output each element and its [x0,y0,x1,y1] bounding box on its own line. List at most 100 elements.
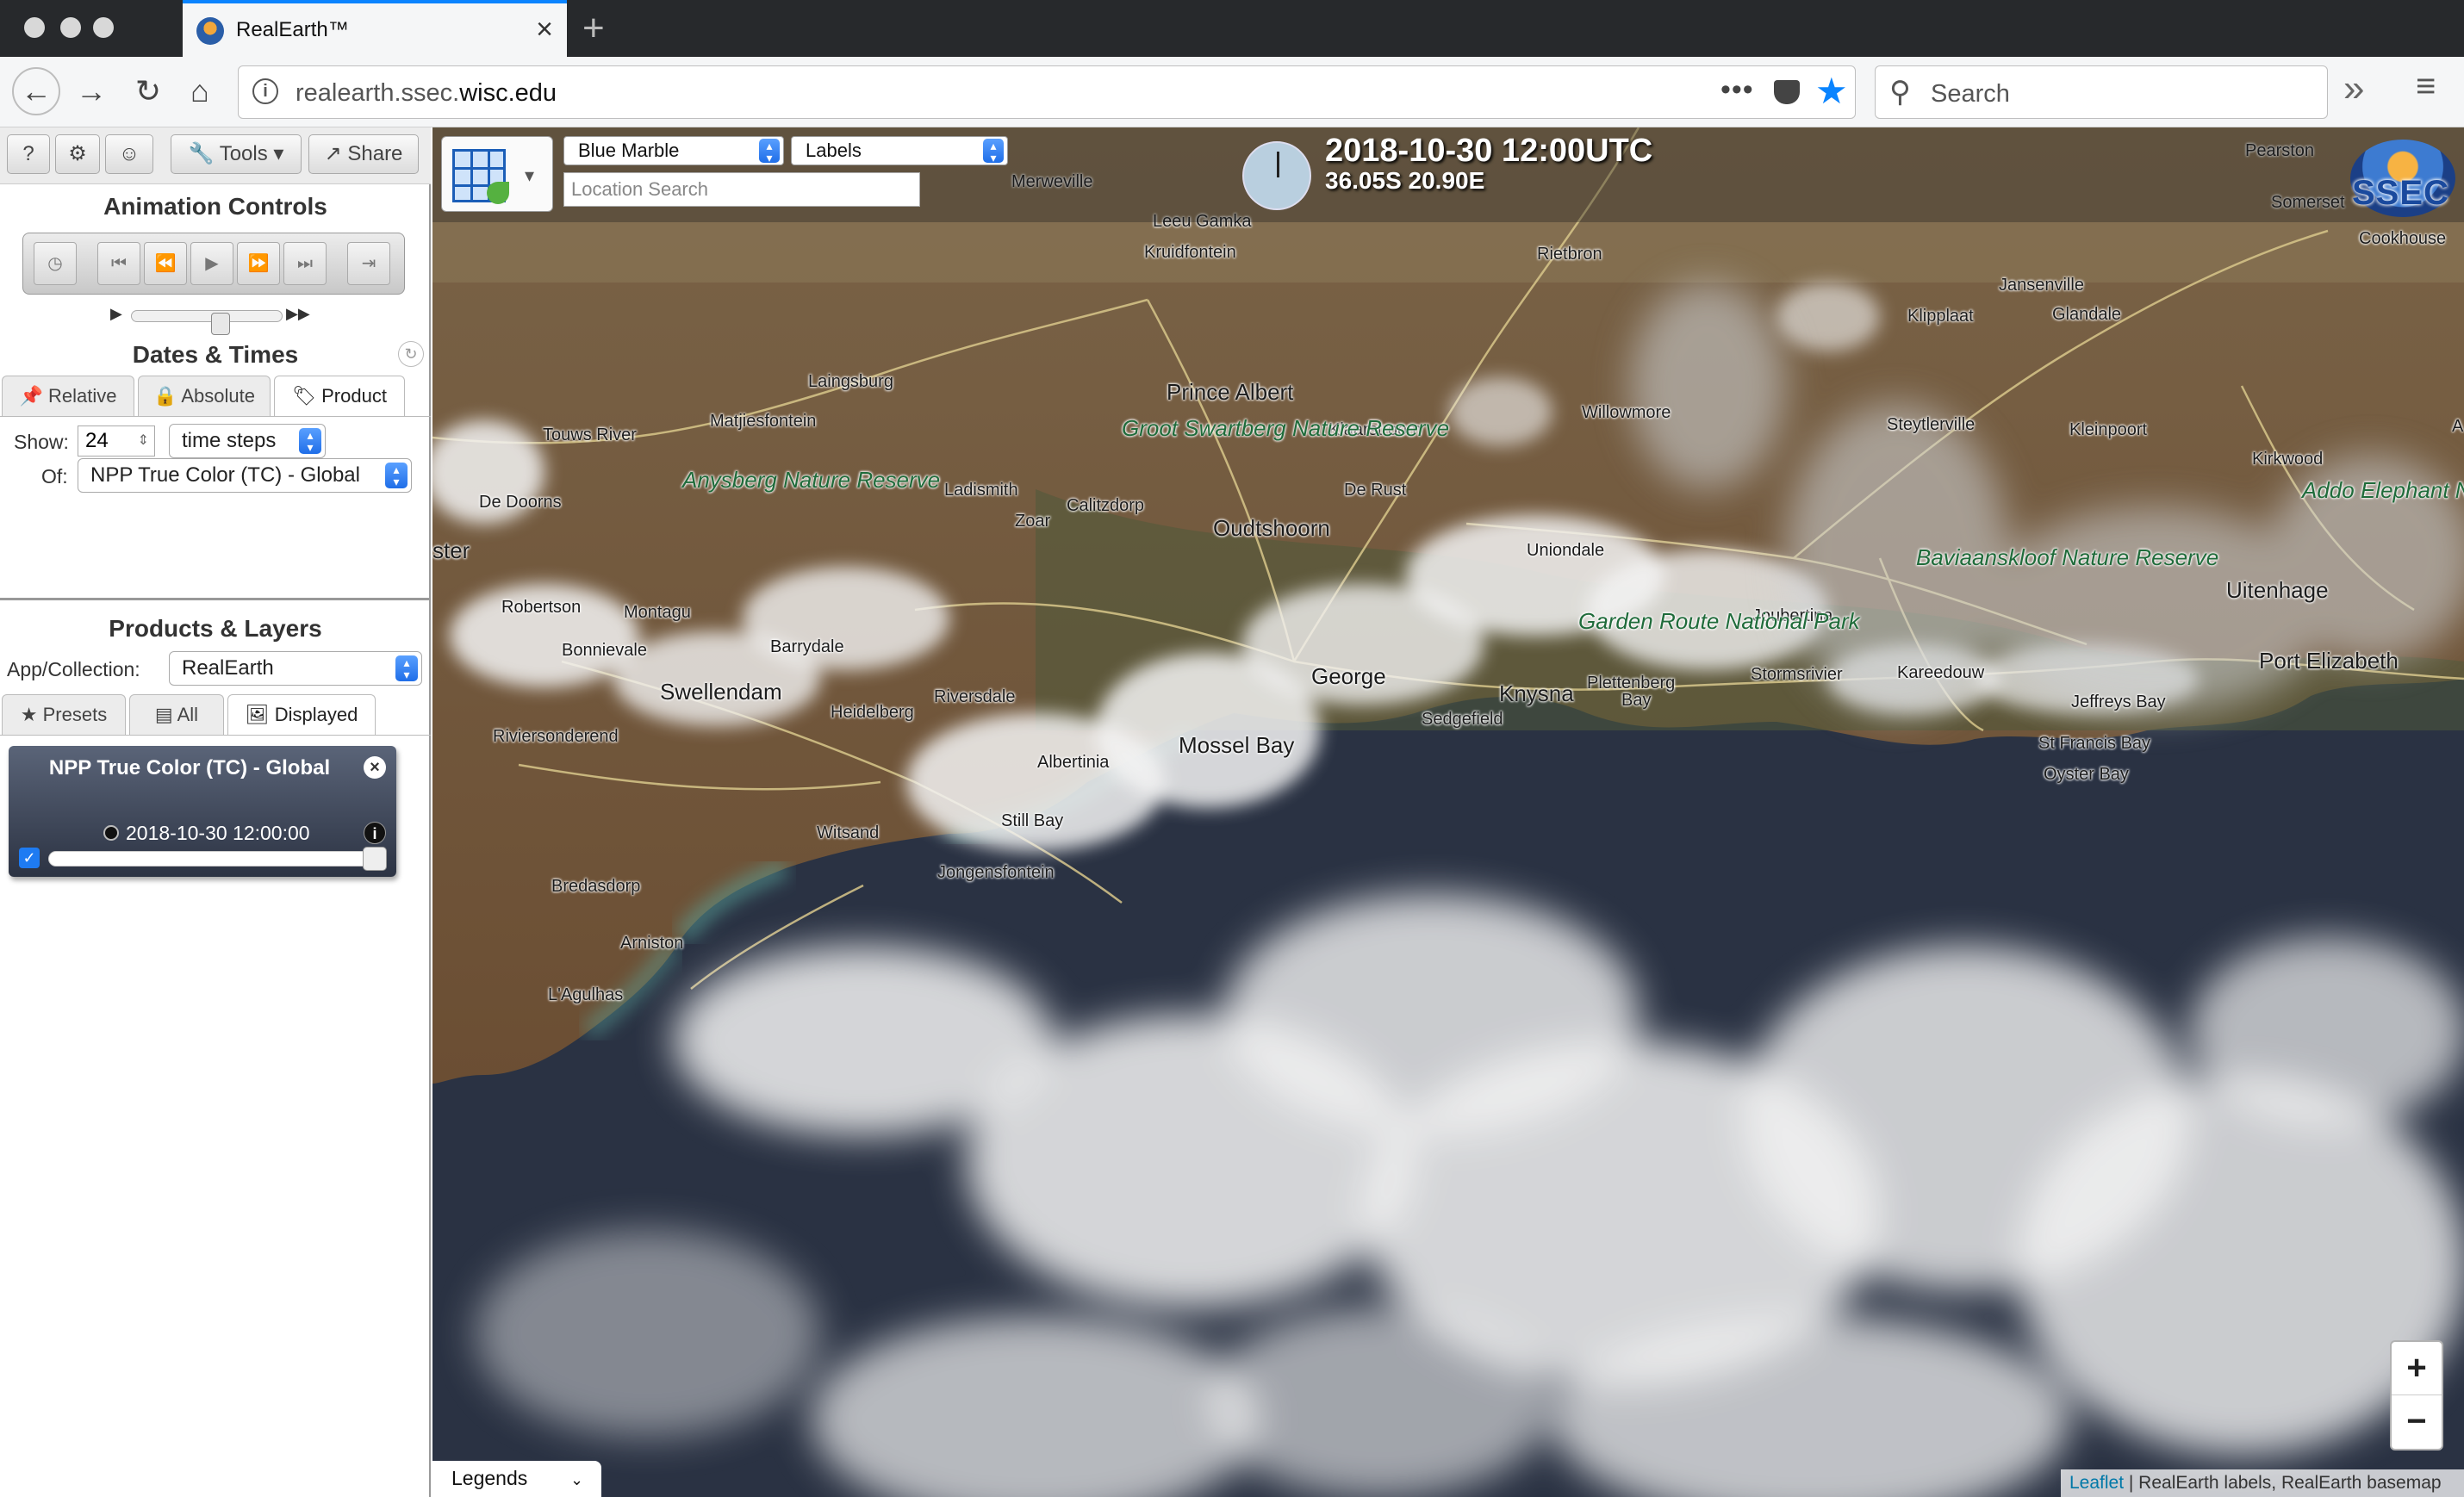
collection-label: App/Collection: [7,658,140,680]
place-label: Oyster Bay [2044,765,2129,784]
window-minimize-button[interactable] [60,17,81,38]
page-actions-icon[interactable]: ••• [1720,73,1754,107]
settings-gear-button[interactable]: ⚙ [55,134,100,174]
ssec-logo-text: SSEC [2352,174,2449,212]
tools-button[interactable]: 🔧 Tools ▾ [171,134,302,174]
zoom-in-button[interactable]: + [2392,1342,2442,1395]
overflow-chevron-icon[interactable]: » [2343,67,2364,110]
select-arrow-icon: ▴ ▾ [759,139,780,164]
place-label: St Francis Bay [2038,734,2151,753]
layer-opacity-slider[interactable] [48,847,387,871]
place-label: Laingsburg [808,372,893,391]
share-button[interactable]: ↗ Share [308,134,419,174]
realtime-button[interactable]: ⇥ [347,242,390,285]
select-arrow-icon: ▴ ▾ [395,655,418,681]
reload-button[interactable]: ↻ [126,69,171,114]
leaflet-link[interactable]: Leaflet [2069,1473,2124,1493]
animation-speed-slider[interactable]: ▶ ▶▶ [110,303,317,335]
user-button[interactable]: ☺ [105,134,153,174]
play-button[interactable]: ▶ [190,242,233,285]
chevron-down-icon: ▾ [525,165,535,186]
place-label: Uitenhage [2226,577,2329,603]
new-tab-button[interactable]: + [582,7,605,50]
step-back-button[interactable]: ⏪ [144,242,187,285]
place-label: De Rust [1344,481,1407,500]
select-arrow-icon: ▴ ▾ [299,428,321,454]
place-label: Witsand [817,823,880,842]
help-button[interactable]: ? [7,134,50,174]
url-text: realearth.ssec.wisc.edu [296,79,557,107]
tab-absolute[interactable]: 🔒 Absolute [138,376,271,417]
last-frame-button[interactable]: ⏭ [283,242,327,285]
place-label: Swellendam [660,679,782,705]
first-frame-button[interactable]: ⏮ [97,242,140,285]
steps-select[interactable]: time steps ▴ ▾ [169,424,326,458]
map-datetime: 2018-10-30 12:00UTC [1325,133,1653,169]
zoom-out-button[interactable]: − [2392,1395,2442,1449]
place-label: Jongensfontein [937,863,1055,882]
place-label: L'Agulhas [548,985,624,1004]
window-close-button[interactable] [24,17,45,38]
legends-toggle[interactable]: Legends ⌄ [432,1461,601,1497]
tab-relative[interactable]: 📌 Relative [2,376,134,417]
clock-button[interactable]: ◷ [34,242,77,285]
tab-product[interactable]: 🏷 Product [274,376,405,417]
place-label: Riversdale [934,687,1016,706]
tab-all[interactable]: ▤ All [129,694,224,736]
address-bar[interactable]: i realearth.ssec.wisc.edu ••• ★ [238,65,1856,119]
reserve-label: Addo Elephant National Park [2302,477,2464,503]
back-button[interactable]: ← [12,67,60,115]
basemap-switcher-button[interactable]: ▾ [441,136,553,212]
site-info-icon[interactable]: i [252,78,278,104]
place-label: Kleinpoort [2069,420,2148,439]
browser-navbar: ← → ↻ ⌂ i realearth.ssec.wisc.edu ••• ★ … [0,57,2464,127]
labels-select[interactable]: Labels ▴ ▾ [791,136,1008,165]
window-maximize-button[interactable] [93,17,114,38]
basemap-select[interactable]: Blue Marble ▴ ▾ [563,136,784,165]
bookmark-star-icon[interactable]: ★ [1815,70,1848,112]
place-label: Knysna [1499,680,1574,706]
opacity-thumb[interactable] [363,847,387,871]
browser-tab[interactable]: RealEarth™ × [183,0,567,57]
show-count-input[interactable]: 24 ⇕ [78,425,155,457]
pocket-icon[interactable] [1774,80,1800,104]
layer-info-icon[interactable]: i [364,822,386,844]
tab-presets[interactable]: ★ Presets [2,694,126,736]
refresh-icon[interactable]: ↻ [398,341,424,367]
collection-select[interactable]: RealEarth ▴ ▾ [169,651,422,686]
tab-title: RealEarth™ [236,18,349,41]
layer-visible-checkbox[interactable]: ✓ [19,848,40,868]
hamburger-menu-icon[interactable]: ≡ [2416,67,2436,106]
map-attribution: Leaflet | RealEarth labels, RealEarth ba… [2061,1469,2464,1497]
reserve-label: Anysberg Nature Reserve [682,467,941,493]
place-label: Bredasdorp [551,877,641,896]
tab-displayed[interactable]: 🖼 Displayed [227,694,376,736]
place-label: Heidelberg [831,703,914,722]
place-label: Stormsrivier [1751,665,1843,684]
remove-layer-icon[interactable]: × [364,756,386,779]
place-label: Riviersonderend [493,727,619,746]
place-label: Matjiesfontein [710,412,817,431]
speed-track[interactable] [131,310,283,335]
zoom-control: + − [2390,1340,2443,1450]
place-label: Bay [1621,691,1652,710]
fast-icon: ▶▶ [286,305,310,322]
leaf-icon [487,182,509,204]
speed-thumb[interactable] [211,313,230,335]
layer-card[interactable]: NPP True Color (TC) - Global × 2018-10-3… [9,746,396,877]
search-bar[interactable]: ⚲ Search [1875,65,2328,119]
reserve-label: Baviaanskloof Nature Reserve [1916,544,2219,570]
sidebar: ? ⚙ ☺ 🔧 Tools ▾ ↗ Share Animation Contro… [0,127,431,1497]
select-arrow-icon: ▴ ▾ [385,463,408,488]
map[interactable]: Merweville Leeu Gamka Kruidfontein Rietb… [432,127,2464,1497]
step-forward-button[interactable]: ⏩ [237,242,280,285]
tab-close-icon[interactable]: × [536,12,553,47]
forward-button[interactable]: → [69,69,114,114]
home-button[interactable]: ⌂ [177,69,222,114]
location-search-input[interactable]: Location Search [563,172,920,207]
place-label: Barrydale [770,637,844,656]
place-label: Klipplaat [1907,307,1974,326]
reserve-label: Garden Route National Park [1578,608,1860,634]
product-select[interactable]: NPP True Color (TC) - Global ▴ ▾ [78,458,412,493]
place-label: Jeffreys Bay [2071,693,2166,711]
